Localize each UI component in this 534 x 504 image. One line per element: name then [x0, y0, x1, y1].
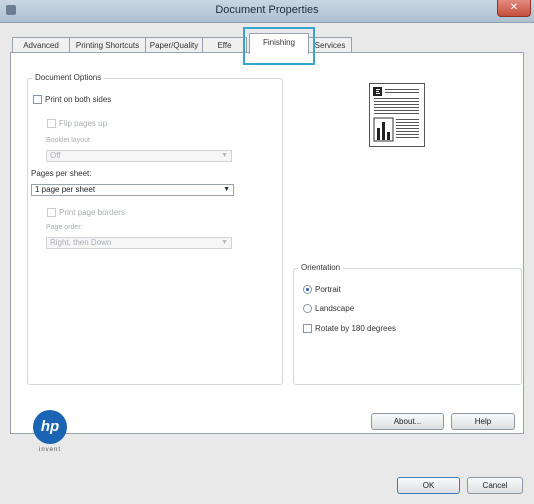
page-order-select[interactable]: Right, then Down ▼	[46, 237, 232, 249]
close-button[interactable]: ✕	[497, 0, 531, 17]
portrait-label: Portrait	[315, 285, 341, 294]
tab-highlight-frame	[243, 27, 315, 65]
print-page-borders-checkbox[interactable]	[47, 208, 56, 217]
hp-logo: hp	[33, 410, 67, 444]
chevron-down-icon: ▼	[221, 239, 228, 246]
landscape-label: Landscape	[315, 304, 355, 313]
cancel-button[interactable]: Cancel	[467, 477, 523, 494]
pages-per-sheet-label: Pages per sheet:	[31, 169, 92, 178]
page-order-value: Right, then Down	[50, 238, 112, 247]
orientation-legend: Orientation	[298, 263, 344, 272]
page-order-label: Page order:	[46, 224, 83, 231]
print-page-borders-label: Print page borders	[59, 208, 125, 217]
flip-pages-up-checkbox[interactable]	[47, 119, 56, 128]
ok-button[interactable]: OK	[397, 477, 460, 494]
portrait-radio[interactable]	[303, 285, 312, 294]
tab-paper-quality[interactable]: Paper/Quality	[145, 37, 203, 53]
landscape-radio[interactable]	[303, 304, 312, 313]
pages-per-sheet-value: 1 page per sheet	[35, 185, 96, 194]
window-title: Document Properties	[215, 4, 319, 16]
chevron-down-icon: ▼	[223, 186, 230, 193]
about-button[interactable]: About...	[371, 413, 444, 430]
help-button[interactable]: Help	[451, 413, 515, 430]
rotate-180-label: Rotate by 180 degrees	[315, 324, 396, 333]
flip-pages-up-label: Flip pages up	[59, 119, 108, 128]
chevron-down-icon: ▼	[221, 152, 228, 159]
print-both-sides-checkbox[interactable]	[33, 95, 42, 104]
booklet-layout-select[interactable]: Off ▼	[46, 150, 232, 162]
booklet-layout-label: Booklet layout	[46, 137, 90, 144]
tab-printing-shortcuts[interactable]: Printing Shortcuts	[69, 37, 146, 53]
booklet-layout-value: Off	[50, 151, 61, 160]
page-preview-icon	[369, 83, 425, 147]
rotate-180-checkbox[interactable]	[303, 324, 312, 333]
title-bar: Document Properties ✕	[0, 0, 534, 23]
pages-per-sheet-select[interactable]: 1 page per sheet ▼	[31, 184, 234, 196]
hp-logo-caption: invent	[38, 447, 61, 453]
tab-effects[interactable]: Effe	[202, 37, 247, 53]
document-options-legend: Document Options	[32, 73, 105, 82]
tab-advanced[interactable]: Advanced	[12, 37, 70, 53]
print-both-sides-label: Print on both sides	[45, 95, 112, 104]
